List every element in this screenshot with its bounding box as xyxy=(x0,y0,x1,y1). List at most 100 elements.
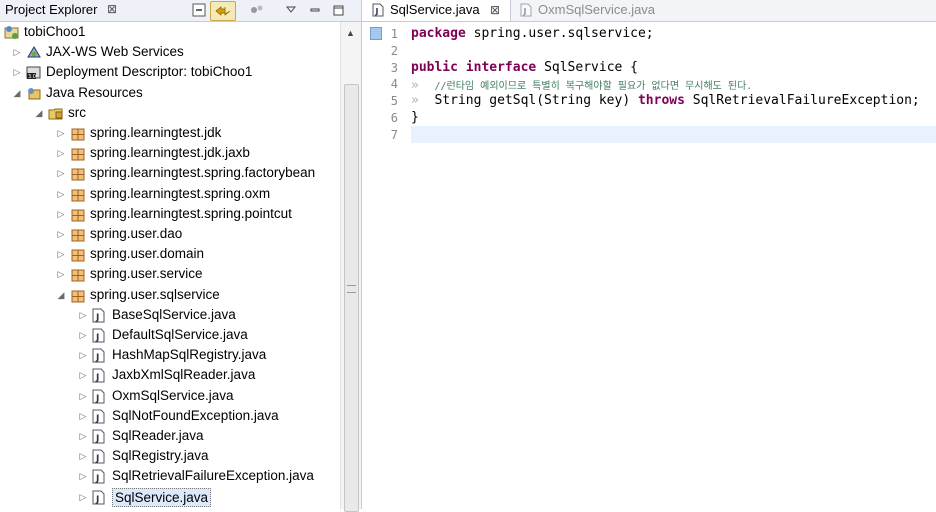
tree-item-label: SqlRetrievalFailureException.java xyxy=(112,468,314,484)
minimize-icon[interactable] xyxy=(308,1,322,19)
exception-type: SqlRetrievalFailureException; xyxy=(684,93,920,108)
expanded-arrow-icon[interactable]: ◢ xyxy=(34,103,44,123)
tree-item[interactable]: ▷ J SqlRetrievalFailureException.java xyxy=(0,466,340,486)
collapsed-arrow-icon[interactable]: ▷ xyxy=(56,123,66,143)
filter-icon[interactable] xyxy=(249,1,265,19)
line-number: 2 xyxy=(390,44,398,58)
tree-item[interactable]: ◢ src xyxy=(0,103,340,123)
keyword-package: package xyxy=(411,26,466,41)
collapsed-arrow-icon[interactable]: ▷ xyxy=(78,365,88,385)
line-number: 7 xyxy=(390,128,398,142)
svg-text:J: J xyxy=(95,313,99,323)
tab-label: SqlService.java xyxy=(390,2,480,17)
tab-oxmsqlservice-java[interactable]: J OxmSqlService.java xyxy=(512,0,672,21)
tree-item[interactable]: ▷ spring.user.domain xyxy=(0,244,340,264)
collapsed-arrow-icon[interactable]: ▷ xyxy=(78,446,88,466)
tree-item[interactable]: ▷ J SqlService.java xyxy=(0,487,340,507)
tree-item[interactable]: ▷ J BaseSqlService.java xyxy=(0,305,340,325)
tree-item[interactable]: ▷ J SqlReader.java xyxy=(0,426,340,446)
collapsed-arrow-icon[interactable]: ▷ xyxy=(56,204,66,224)
expanded-arrow-icon[interactable]: ◢ xyxy=(56,285,66,305)
interface-declaration: SqlService { xyxy=(536,60,638,75)
scroll-up-icon[interactable]: ▲ xyxy=(346,28,355,38)
method-signature: String getSql(String key) xyxy=(434,93,638,108)
deployment-descriptor-icon: 3.0 xyxy=(26,65,41,80)
keyword-throws: throws xyxy=(637,93,685,108)
link-with-editor-icon[interactable] xyxy=(210,1,236,21)
close-view-icon[interactable]: ⊠ xyxy=(107,2,117,16)
project-explorer-title: Project Explorer xyxy=(5,2,98,17)
tree-item[interactable]: ▷ spring.learningtest.jdk xyxy=(0,123,340,143)
tree-item[interactable]: ◢ spring.user.sqlservice xyxy=(0,285,340,305)
collapse-all-icon[interactable] xyxy=(191,1,207,19)
tree-item[interactable]: ▷ J SqlNotFoundException.java xyxy=(0,406,340,426)
collapsed-arrow-icon[interactable]: ▷ xyxy=(56,143,66,163)
tree-item[interactable]: ◢ Java Resources xyxy=(0,83,340,103)
project-tree: tobiChoo1 ▷ JAX-WS Web Services ▷ 3.0 Deploym… xyxy=(0,22,340,509)
code-line-1[interactable]: package spring.user.sqlservice; xyxy=(411,26,654,41)
expanded-arrow-icon[interactable]: ◢ xyxy=(12,83,22,103)
tree-item[interactable]: ▷ J DefaultSqlService.java xyxy=(0,325,340,345)
code-line-5[interactable]: » String getSql(String key) throws SqlRe… xyxy=(411,93,920,108)
editor-area: J SqlService.java ⊠ J OxmSqlService.java… xyxy=(362,0,936,509)
package-icon xyxy=(70,187,85,202)
line-number: 6 xyxy=(390,111,398,125)
tree-item[interactable]: ▷ 3.0 Deployment Descriptor: tobiChoo1 xyxy=(0,62,340,82)
tree-item[interactable]: ▷ J SqlRegistry.java xyxy=(0,446,340,466)
java-file-icon: J xyxy=(372,3,384,17)
tab-whitespace-marker: » xyxy=(411,78,419,93)
collapsed-arrow-icon[interactable]: ▷ xyxy=(56,224,66,244)
collapsed-arrow-icon[interactable]: ▷ xyxy=(56,163,66,183)
tree-item[interactable]: ▷ spring.learningtest.spring.oxm xyxy=(0,184,340,204)
project-explorer-tab[interactable]: Project Explorer ⊠ xyxy=(0,0,361,22)
close-tab-icon[interactable]: ⊠ xyxy=(490,0,500,20)
java-file-icon: J xyxy=(520,3,532,17)
maximize-icon[interactable] xyxy=(331,1,345,19)
collapsed-arrow-icon[interactable]: ▷ xyxy=(78,487,88,507)
collapsed-arrow-icon[interactable]: ▷ xyxy=(56,244,66,264)
tree-scrollbar[interactable]: ▲ xyxy=(340,22,361,512)
keyword-interface: interface xyxy=(465,60,537,75)
tree-item[interactable]: ▷ J HashMapSqlRegistry.java xyxy=(0,345,340,365)
collapsed-arrow-icon[interactable]: ▷ xyxy=(12,42,22,62)
annotation-ruler xyxy=(362,22,372,509)
tree-item-label: Deployment Descriptor: tobiChoo1 xyxy=(46,64,253,80)
collapsed-arrow-icon[interactable]: ▷ xyxy=(78,406,88,426)
collapsed-arrow-icon[interactable]: ▷ xyxy=(78,466,88,486)
tree-item[interactable]: ▷ spring.learningtest.spring.pointcut xyxy=(0,204,340,224)
java-resources-icon xyxy=(26,86,41,100)
tree-item[interactable]: ▷ spring.user.dao xyxy=(0,224,340,244)
collapsed-arrow-icon[interactable]: ▷ xyxy=(56,264,66,284)
tab-sqlservice-java[interactable]: J SqlService.java ⊠ xyxy=(362,0,511,21)
code-line-4[interactable]: » //런타임 예외이므로 특별히 복구해야할 필요가 없다면 무시해도 된다. xyxy=(411,77,752,93)
svg-text:J: J xyxy=(95,394,99,404)
tree-item[interactable]: ▷ spring.user.service xyxy=(0,264,340,284)
collapsed-arrow-icon[interactable]: ▷ xyxy=(12,62,22,82)
collapsed-arrow-icon[interactable]: ▷ xyxy=(78,426,88,446)
tree-item-label: JaxbXmlSqlReader.java xyxy=(112,367,256,383)
tree-item-label: SqlService.java xyxy=(112,487,212,507)
tree-item-label: HashMapSqlRegistry.java xyxy=(112,347,267,363)
tree-item-label: spring.user.service xyxy=(90,266,203,282)
tree-item[interactable]: ▷ spring.learningtest.jdk.jaxb xyxy=(0,143,340,163)
collapsed-arrow-icon[interactable]: ▷ xyxy=(78,325,88,345)
scrollbar-thumb[interactable] xyxy=(344,84,359,512)
collapsed-arrow-icon[interactable]: ▷ xyxy=(78,345,88,365)
tree-item[interactable]: ▷ J JaxbXmlSqlReader.java xyxy=(0,365,340,385)
package-icon xyxy=(70,288,85,303)
java-file-icon: J xyxy=(92,449,107,464)
tree-item[interactable]: ▷ JAX-WS Web Services xyxy=(0,42,340,62)
package-icon xyxy=(70,126,85,141)
collapsed-arrow-icon[interactable]: ▷ xyxy=(78,386,88,406)
collapsed-arrow-icon[interactable]: ▷ xyxy=(78,305,88,325)
collapsed-arrow-icon[interactable]: ▷ xyxy=(56,184,66,204)
tree-item[interactable]: tobiChoo1 xyxy=(0,22,340,42)
code-line-6[interactable]: } xyxy=(411,110,419,125)
view-menu-icon[interactable] xyxy=(284,1,298,19)
package-icon xyxy=(70,227,85,242)
tree-item-label: tobiChoo1 xyxy=(24,24,86,39)
code-line-3[interactable]: public interface SqlService { xyxy=(411,60,638,75)
tree-item[interactable]: ▷ J OxmSqlService.java xyxy=(0,386,340,406)
svg-text:J: J xyxy=(95,353,99,363)
tree-item[interactable]: ▷ spring.learningtest.spring.factorybean xyxy=(0,163,340,183)
